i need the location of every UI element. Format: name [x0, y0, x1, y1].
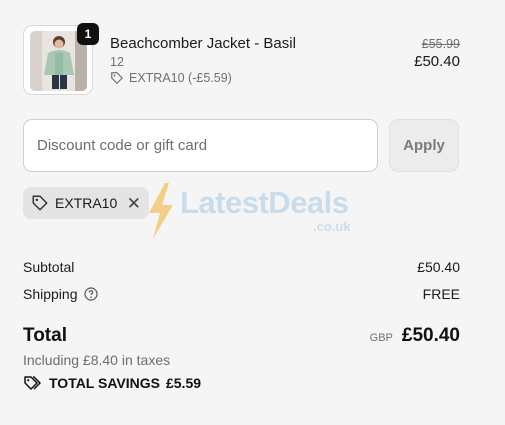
- product-price: £50.40: [414, 53, 460, 70]
- total-savings: TOTAL SAVINGS £5.59: [23, 375, 201, 391]
- shipping-value: FREE: [422, 286, 460, 302]
- subtotal-value: £50.40: [417, 259, 460, 275]
- watermark-logo: LatestDeals .co.uk: [145, 181, 375, 241]
- product-title: Beachcomber Jacket - Basil: [110, 35, 296, 52]
- product-variant: 12: [110, 55, 124, 69]
- tag-icon: [111, 72, 123, 84]
- product-discount-text: EXTRA10 (-£5.59): [129, 71, 232, 85]
- discount-code-input[interactable]: [23, 119, 378, 172]
- help-icon[interactable]: [83, 287, 98, 301]
- shipping-label: Shipping: [23, 286, 78, 302]
- subtotal-label: Subtotal: [23, 259, 75, 275]
- product-discount: EXTRA10 (-£5.59): [110, 71, 232, 85]
- applied-discount-pill: EXTRA10 ✕: [23, 187, 149, 219]
- applied-discount-code: EXTRA10: [55, 195, 118, 211]
- shipping-row: Shipping FREE: [23, 286, 460, 302]
- close-icon[interactable]: ✕: [127, 195, 141, 212]
- subtotal-row: Subtotal £50.40: [23, 259, 460, 275]
- quantity-badge: 1: [77, 23, 99, 45]
- watermark-subtext: .co.uk: [313, 219, 351, 234]
- taxes-note: Including £8.40 in taxes: [23, 352, 171, 368]
- savings-value: £5.59: [165, 375, 202, 391]
- bolt-icon: [149, 183, 173, 239]
- compare-at-price: £55.99: [421, 37, 460, 51]
- shipping-label-group: Shipping: [23, 286, 98, 302]
- line-item: 1 Beachcomber Jacket - Basil 12 EXTRA10 …: [23, 23, 460, 97]
- tag-icon: [32, 195, 48, 211]
- total-value: £50.40: [401, 325, 460, 346]
- watermark-text: LatestDeals: [180, 185, 349, 220]
- currency-code: GBP: [369, 332, 393, 344]
- product-thumbnail[interactable]: 1: [23, 23, 99, 95]
- savings-label: TOTAL SAVINGS: [49, 375, 160, 391]
- total-amount-group: GBP £50.40: [370, 325, 460, 347]
- tags-icon: [24, 376, 41, 390]
- total-label: Total: [23, 325, 67, 346]
- apply-button[interactable]: Apply: [389, 119, 459, 172]
